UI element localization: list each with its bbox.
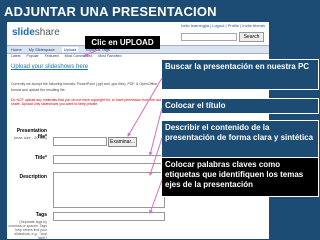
presentation-file-input[interactable] bbox=[53, 137, 107, 146]
subnav-popular[interactable]: Popular bbox=[27, 54, 39, 58]
callout-descripcion: Describir el contenido de la presentació… bbox=[161, 120, 319, 160]
tags-label: Tags bbox=[35, 212, 47, 218]
presentation-file-hint: (max size : 20 MB) bbox=[13, 135, 47, 140]
browse-button[interactable]: Examinar... bbox=[108, 137, 137, 147]
tags-hint: (Separate tags by commas or spaces. Tags… bbox=[8, 220, 47, 239]
formats-text: Currently we accept the following format… bbox=[11, 82, 158, 86]
tags-input[interactable] bbox=[53, 212, 165, 221]
description-textarea[interactable] bbox=[53, 172, 165, 208]
callout-buscar: Buscar la presentación en nuestra PC bbox=[161, 59, 319, 90]
logo-accent: share bbox=[34, 27, 60, 38]
title-label: Title* bbox=[34, 155, 47, 161]
subnav-latest[interactable]: Latest bbox=[11, 54, 21, 58]
callout-etiquetas: Colocar palabras claves como etiquetas q… bbox=[161, 157, 319, 197]
page-title: ADJUNTAR UNA PRESENTACION bbox=[4, 4, 217, 19]
nav-item-upload[interactable]: Upload bbox=[61, 47, 79, 52]
nav-item-home[interactable]: Home bbox=[11, 47, 22, 52]
logo-main: slide bbox=[12, 27, 35, 38]
subnav-featured[interactable]: Featured bbox=[45, 54, 59, 58]
callout-titulo: Colocar el título bbox=[161, 98, 319, 114]
clic-upload-callout: Clic en UPLOAD bbox=[85, 36, 160, 49]
subnav-most-commented[interactable]: Most Commented bbox=[65, 54, 93, 58]
description-label: Description bbox=[19, 174, 47, 180]
nav-item-my-slidespace[interactable]: My Slidespace bbox=[29, 47, 55, 52]
title-input[interactable] bbox=[53, 155, 165, 164]
subnav-most-favorited[interactable]: Most Favorited bbox=[98, 54, 121, 58]
upload-heading: Upload your slideshows here bbox=[11, 64, 89, 70]
formats-text-2: format and upload the resulting file. bbox=[11, 88, 66, 92]
search-button[interactable]: Search bbox=[239, 32, 264, 42]
top-links[interactable]: hello learningjia | Logout | Profile | I… bbox=[181, 23, 265, 28]
slideshare-logo[interactable]: slideshare bbox=[12, 27, 60, 38]
copyright-warning: Do NOT upload any materials that you do … bbox=[11, 98, 170, 106]
search-input[interactable] bbox=[181, 33, 237, 41]
